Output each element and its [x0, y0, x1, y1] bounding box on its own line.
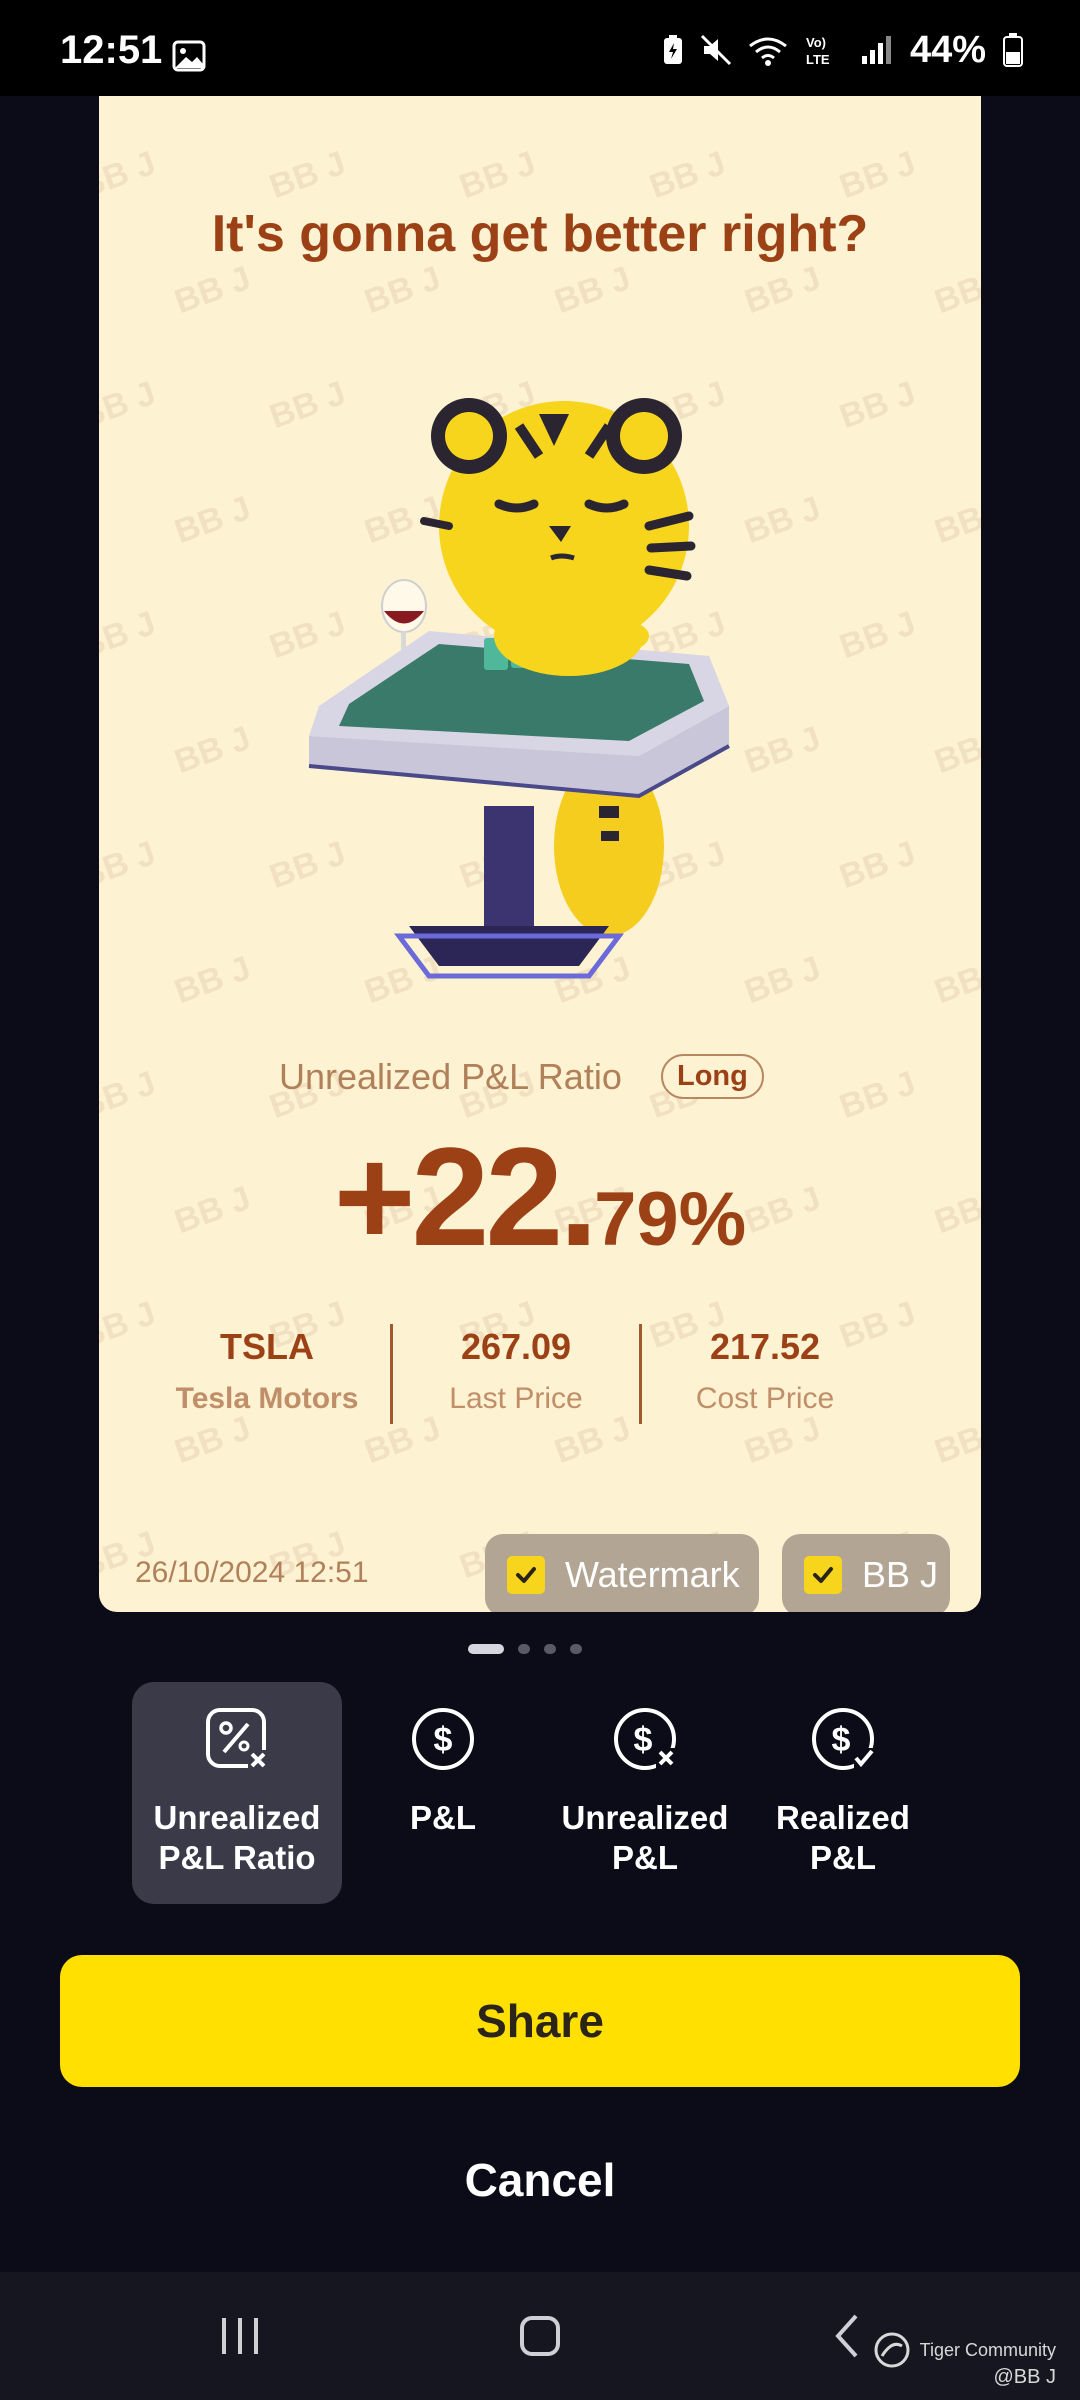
- watermark-text: BB J: [169, 258, 256, 322]
- cancel-button[interactable]: Cancel: [360, 2140, 720, 2220]
- stat-divider: [639, 1324, 642, 1424]
- watermark-toggle[interactable]: Watermark: [485, 1534, 759, 1612]
- battery-icon: [1003, 33, 1023, 67]
- watermark-text: BB J: [834, 373, 921, 437]
- checkbox-check-icon: [507, 1556, 545, 1594]
- watermark-text: BB J: [929, 949, 981, 1012]
- tiger-community-logo-icon: [874, 2332, 910, 2368]
- home-icon[interactable]: [518, 2314, 562, 2358]
- ratio-value-integer: +22.: [333, 1118, 598, 1275]
- watermark-text: BB J: [834, 143, 921, 207]
- status-time: 12:51: [60, 28, 163, 72]
- community-label: Tiger Community: [919, 2339, 1056, 2360]
- watermark-text: BB J: [929, 1409, 981, 1472]
- page-dot: [570, 1644, 582, 1654]
- share-card: BB JBB JBB JBB JBB JBB JBB JBB JBB JBB J…: [99, 96, 981, 1612]
- watermark-text: BB J: [739, 258, 826, 322]
- signal-icon: [861, 36, 891, 64]
- watermark-text: BB J: [644, 143, 731, 207]
- stat-divider: [390, 1324, 393, 1424]
- option-unrealized-pl-ratio[interactable]: Unrealized P&L Ratio: [132, 1682, 342, 1904]
- watermark-text: BB J: [549, 1408, 636, 1472]
- battery-percent: 44%: [909, 28, 986, 71]
- stat-last-price: 267.09 Last Price: [396, 1326, 636, 1416]
- option-label: Realized P&L: [776, 1799, 910, 1876]
- watermark-text: BB J: [834, 603, 921, 667]
- status-bar: 12:51 Vo) LTE 44%: [0, 0, 1080, 96]
- card-title: It's gonna get better right?: [211, 205, 869, 263]
- dollar-cross-icon: $: [614, 1708, 678, 1770]
- watermark-text: BB J: [454, 143, 541, 207]
- status-icons: Vo) LTE 44%: [662, 28, 1024, 71]
- community-tag: Tiger Community: [872, 2330, 1056, 2370]
- stat-value: TSLA: [220, 1326, 314, 1367]
- watermark-text: BB J: [169, 488, 256, 552]
- page-dot: [468, 1644, 504, 1654]
- watermark-toggle-label: Watermark: [565, 1554, 740, 1595]
- watermark-text: BB J: [359, 1408, 446, 1472]
- gallery-notification-icon: [172, 40, 206, 72]
- watermark-text: BB J: [929, 719, 981, 782]
- wifi-icon: [749, 37, 787, 66]
- watermark-text: BB J: [549, 258, 636, 322]
- option-label: Unrealized P&L Ratio: [153, 1799, 321, 1876]
- share-button[interactable]: Share: [60, 1955, 1020, 2087]
- svg-text:$: $: [434, 1721, 453, 1759]
- stat-label: Tesla Motors: [175, 1382, 359, 1415]
- svg-text:Vo): Vo): [806, 35, 826, 50]
- option-pl[interactable]: $ P&L: [338, 1682, 548, 1904]
- battery-saver-icon: [663, 35, 682, 64]
- watermark-text: BB J: [169, 718, 256, 782]
- watermark-text: BB J: [169, 948, 256, 1012]
- page-dot: [544, 1644, 556, 1654]
- svg-text:LTE: LTE: [806, 52, 830, 67]
- mute-icon: [700, 34, 731, 66]
- stat-value: 217.52: [709, 1326, 821, 1367]
- ratio-value: +22.79%: [99, 1116, 981, 1278]
- tiger-mascot-illustration: [308, 398, 730, 979]
- watermark-text: BB J: [99, 833, 161, 897]
- watermark-text: BB J: [169, 1408, 256, 1472]
- checkbox-check-icon: [804, 1556, 842, 1594]
- recent-apps-icon[interactable]: [218, 2314, 262, 2358]
- stat-cost-price: 217.52 Cost Price: [645, 1326, 885, 1416]
- stat-value: 267.09: [460, 1326, 572, 1367]
- ratio-value-decimal: 79%: [594, 1177, 747, 1262]
- stat-label: Last Price: [449, 1382, 583, 1415]
- svg-text:$: $: [634, 1721, 653, 1759]
- watermark-text: BB J: [99, 603, 161, 667]
- watermark-text: BB J: [739, 1408, 826, 1472]
- option-realized-pl[interactable]: $ Realized P&L: [738, 1682, 948, 1904]
- name-toggle-label: BB J: [862, 1554, 939, 1595]
- watermark-text: BB J: [834, 833, 921, 897]
- option-unrealized-pl[interactable]: $ Unrealized P&L: [540, 1682, 750, 1904]
- option-label: Unrealized P&L: [561, 1799, 729, 1876]
- svg-text:$: $: [832, 1721, 851, 1759]
- page-indicator: [468, 1644, 582, 1654]
- stat-label: Cost Price: [695, 1382, 835, 1415]
- card-date: 26/10/2024 12:51: [135, 1556, 369, 1589]
- back-icon[interactable]: [830, 2312, 864, 2360]
- watermark-text: BB J: [929, 489, 981, 552]
- page-dot: [518, 1644, 530, 1654]
- watermark-text: BB J: [99, 373, 161, 437]
- user-handle: @BB J: [993, 2366, 1056, 2388]
- dollar-check-icon: $: [812, 1708, 876, 1770]
- watermark-text: BB J: [929, 259, 981, 322]
- watermark-text: BB J: [359, 258, 446, 322]
- option-label: P&L: [410, 1799, 476, 1836]
- watermark-text: BB J: [99, 143, 161, 207]
- percent-cross-icon: [206, 1708, 270, 1772]
- position-badge: Long: [661, 1054, 764, 1099]
- name-toggle[interactable]: BB J: [782, 1534, 950, 1612]
- stat-symbol: TSLA Tesla Motors: [147, 1326, 387, 1416]
- watermark-text: BB J: [264, 143, 351, 207]
- dollar-circle-icon: $: [412, 1708, 474, 1770]
- volte-icon: Vo) LTE: [806, 35, 830, 67]
- ratio-label: Unrealized P&L Ratio: [279, 1056, 622, 1097]
